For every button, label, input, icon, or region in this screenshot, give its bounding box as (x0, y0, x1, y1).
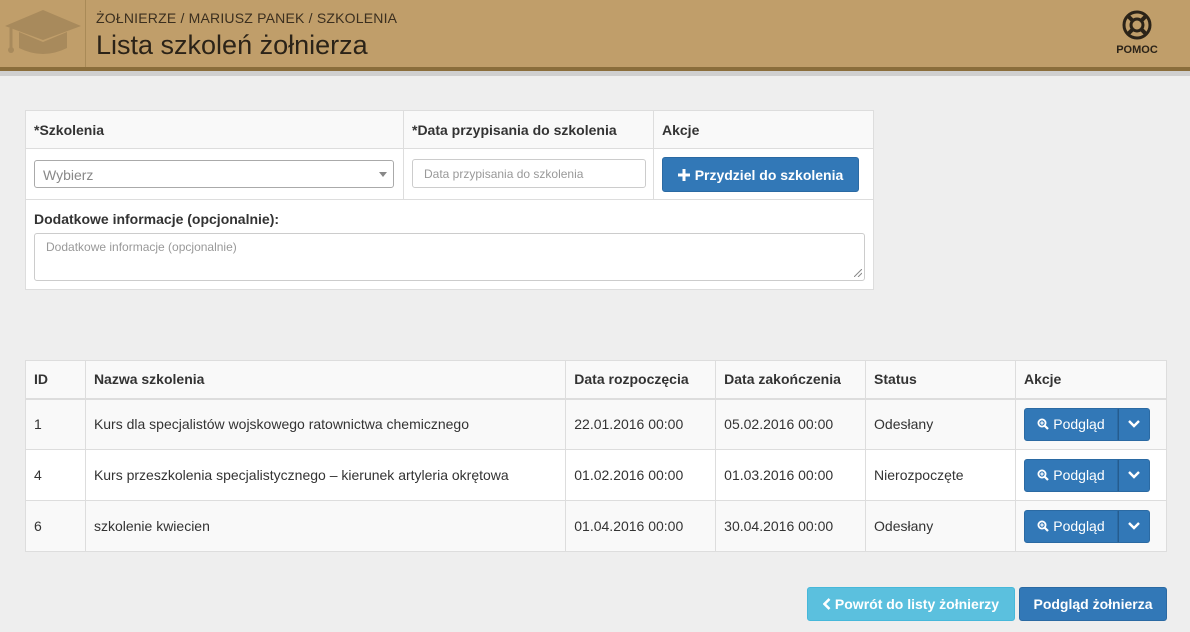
cell-end: 01.03.2016 00:00 (715, 449, 867, 501)
training-select-value: Wybierz (43, 167, 94, 183)
cell-end: 30.04.2016 00:00 (715, 500, 867, 552)
row-action-group: Podgląd (1023, 407, 1150, 441)
view-training-button[interactable]: Podgląd (1023, 407, 1118, 441)
zoom-in-icon (1037, 418, 1050, 431)
column-header-status: Status (865, 360, 1016, 400)
assign-training-label: Przydziel do szkolenia (694, 166, 844, 183)
dropdown-arrow-icon (379, 172, 387, 177)
back-to-soldiers-button[interactable]: Powrót do listy żołnierzy (807, 587, 1015, 621)
status-text: Odesłany (865, 398, 1016, 450)
form-header-date: *Data przypisania do szkolenia (412, 122, 617, 138)
column-header-id: ID (25, 360, 86, 400)
column-header-end: Data zakończenia (715, 360, 867, 400)
lifebuoy-icon (1122, 10, 1152, 40)
view-training-button[interactable]: Podgląd (1023, 509, 1118, 543)
graduation-cap-icon (0, 0, 86, 67)
row-actions-dropdown[interactable] (1117, 458, 1150, 492)
view-training-label: Podgląd (1053, 416, 1105, 433)
view-training-button[interactable]: Podgląd (1023, 458, 1118, 492)
cell-start: 22.01.2016 00:00 (565, 398, 717, 450)
cell-actions: Podgląd (1014, 500, 1168, 552)
cell-end: 05.02.2016 00:00 (715, 398, 867, 450)
extra-info-textarea[interactable] (34, 233, 865, 281)
form-header-training: *Szkolenia (34, 122, 105, 138)
breadcrumb: ŻOŁNIERZE / MARIUSZ PANEK / SZKOLENIA (96, 10, 398, 26)
zoom-in-icon (1037, 520, 1050, 532)
assign-training-form: *Szkolenia *Data przypisania do szkoleni… (25, 110, 874, 290)
table-row: 6 szkolenie kwiecien 01.04.2016 00:00 30… (25, 500, 1168, 552)
table-row: 1 Kurs dla specjalistów wojskowego ratow… (25, 398, 1168, 450)
zoom-in-icon (1037, 469, 1050, 481)
form-header-actions: Akcje (662, 122, 700, 138)
plus-icon (677, 168, 690, 181)
help-button[interactable]: POMOC (1112, 10, 1162, 56)
cell-name: Kurs dla specjalistów wojskowego ratowni… (84, 398, 567, 450)
cell-actions: Podgląd (1014, 449, 1168, 501)
row-actions-dropdown[interactable] (1117, 509, 1150, 543)
assign-training-button[interactable]: Przydziel do szkolenia (662, 157, 859, 192)
column-header-name: Nazwa szkolenia (84, 360, 567, 400)
table-header-row: ID Nazwa szkolenia Data rozpoczęcia Data… (25, 360, 1168, 400)
cell-start: 01.02.2016 00:00 (565, 449, 717, 501)
view-soldier-button[interactable]: Podgląd żołnierza (1019, 587, 1167, 621)
page-header: ŻOŁNIERZE / MARIUSZ PANEK / SZKOLENIA Li… (0, 0, 1190, 67)
view-training-label: Podgląd (1053, 518, 1105, 534)
table-row: 4 Kurs przeszkolenia specjalistycznego –… (25, 449, 1168, 501)
chevron-down-icon (1128, 522, 1140, 530)
resize-grip-icon[interactable] (854, 269, 862, 277)
chevron-down-icon (1128, 420, 1140, 428)
row-action-group: Podgląd (1023, 509, 1150, 543)
cell-id: 6 (25, 500, 86, 552)
column-header-start: Data rozpoczęcia (565, 360, 717, 400)
cell-name: szkolenie kwiecien (84, 500, 567, 552)
back-to-soldiers-label: Powrót do listy żołnierzy (834, 596, 1000, 612)
training-select[interactable]: Wybierz (34, 160, 394, 188)
form-row-divider (26, 199, 873, 200)
cell-name: Kurs przeszkolenia specjalistycznego – k… (84, 449, 567, 501)
cell-start: 01.04.2016 00:00 (565, 500, 717, 552)
cell-id: 4 (25, 449, 86, 501)
chevron-left-icon (822, 598, 831, 610)
assignment-date-input[interactable] (412, 159, 646, 188)
row-actions-dropdown[interactable] (1117, 407, 1150, 441)
help-label: POMOC (1116, 44, 1158, 56)
view-training-label: Podgląd (1053, 467, 1105, 483)
header-shadow (0, 71, 1190, 76)
cell-id: 1 (25, 398, 86, 450)
row-action-group: Podgląd (1023, 458, 1150, 492)
extra-info-label: Dodatkowe informacje (opcjonalnie): (34, 211, 280, 227)
status-text: Nierozpoczęte (865, 449, 1016, 501)
page-title: Lista szkoleń żołnierza (96, 30, 368, 60)
cell-actions: Podgląd (1014, 398, 1168, 450)
column-header-actions: Akcje (1014, 360, 1168, 400)
chevron-down-icon (1128, 471, 1140, 479)
trainings-table: ID Nazwa szkolenia Data rozpoczęcia Data… (25, 360, 1168, 552)
status-text: Odesłany (865, 500, 1016, 552)
